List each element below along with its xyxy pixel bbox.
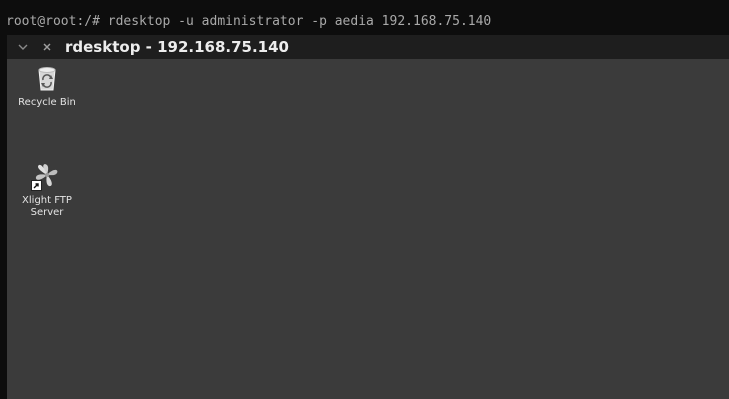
xlight-ftp-server-shortcut[interactable]: Xlight FTP Server [11,159,83,219]
recycle-bin-shortcut[interactable]: Recycle Bin [11,63,83,109]
terminal-command-line: root@root:/# rdesktop -u administrator -… [6,14,492,29]
remote-desktop[interactable]: Recycle Bin Xlight FTP Server [7,59,729,399]
close-button[interactable] [39,39,55,55]
recycle-bin-icon [38,67,56,91]
close-icon [43,43,51,51]
rdesktop-window: rdesktop - 192.168.75.140 Recycle Bin Xl… [7,35,729,399]
shortcut-arrow-icon [31,180,42,191]
recycle-bin-label: Recycle Bin [18,97,76,108]
window-titlebar[interactable]: rdesktop - 192.168.75.140 [7,35,729,59]
chevron-down-icon [18,44,28,50]
xlight-label-line-2: Server [30,207,64,218]
xlight-ftp-server-label: Xlight FTP Server [22,195,72,219]
screen: root@root:/# rdesktop -u administrator -… [0,0,729,399]
window-title: rdesktop - 192.168.75.140 [65,38,289,56]
xlight-ftp-icon-wrap [31,159,63,191]
minimize-button[interactable] [15,39,31,55]
xlight-label-line-1: Xlight FTP [22,195,72,206]
